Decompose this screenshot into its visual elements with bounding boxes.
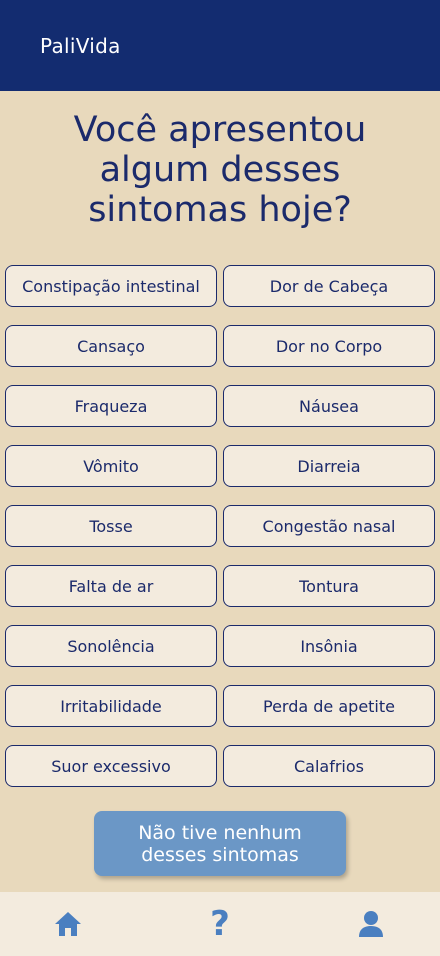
symptom-button-falta-de-ar[interactable]: Falta de ar bbox=[5, 565, 217, 607]
nav-home-button[interactable] bbox=[28, 892, 108, 956]
symptom-button-sonolencia[interactable]: Sonolência bbox=[5, 625, 217, 667]
nav-help-button[interactable]: ? bbox=[180, 892, 260, 956]
symptom-button-diarreia[interactable]: Diarreia bbox=[223, 445, 435, 487]
symptom-button-constipacao-intestinal[interactable]: Constipação intestinal bbox=[5, 265, 217, 307]
user-icon bbox=[359, 911, 383, 937]
symptom-button-dor-no-corpo[interactable]: Dor no Corpo bbox=[223, 325, 435, 367]
symptom-button-cansaco[interactable]: Cansaço bbox=[5, 325, 217, 367]
symptom-button-nausea[interactable]: Náusea bbox=[223, 385, 435, 427]
bottom-nav: ? bbox=[0, 892, 440, 956]
symptom-button-suor-excessivo[interactable]: Suor excessivo bbox=[5, 745, 217, 787]
symptom-button-calafrios[interactable]: Calafrios bbox=[223, 745, 435, 787]
no-symptoms-button[interactable]: Não tive nenhum desses sintomas bbox=[94, 811, 346, 876]
app-header: PaliVida bbox=[0, 0, 440, 91]
nav-profile-button[interactable] bbox=[331, 892, 411, 956]
symptom-button-fraqueza[interactable]: Fraqueza bbox=[5, 385, 217, 427]
symptom-button-irritabilidade[interactable]: Irritabilidade bbox=[5, 685, 217, 727]
symptom-button-insonia[interactable]: Insônia bbox=[223, 625, 435, 667]
symptom-button-tosse[interactable]: Tosse bbox=[5, 505, 217, 547]
symptom-button-congestao-nasal[interactable]: Congestão nasal bbox=[223, 505, 435, 547]
symptom-grid: Constipação intestinal Dor de Cabeça Can… bbox=[5, 265, 435, 787]
help-icon: ? bbox=[210, 904, 230, 944]
app-title: PaliVida bbox=[40, 33, 121, 58]
page-title: Você apresentou algum desses sintomas ho… bbox=[73, 110, 367, 230]
symptom-button-vomito[interactable]: Vômito bbox=[5, 445, 217, 487]
symptom-button-tontura[interactable]: Tontura bbox=[223, 565, 435, 607]
symptom-button-perda-de-apetite[interactable]: Perda de apetite bbox=[223, 685, 435, 727]
symptom-button-dor-de-cabeca[interactable]: Dor de Cabeça bbox=[223, 265, 435, 307]
home-icon bbox=[55, 912, 81, 936]
